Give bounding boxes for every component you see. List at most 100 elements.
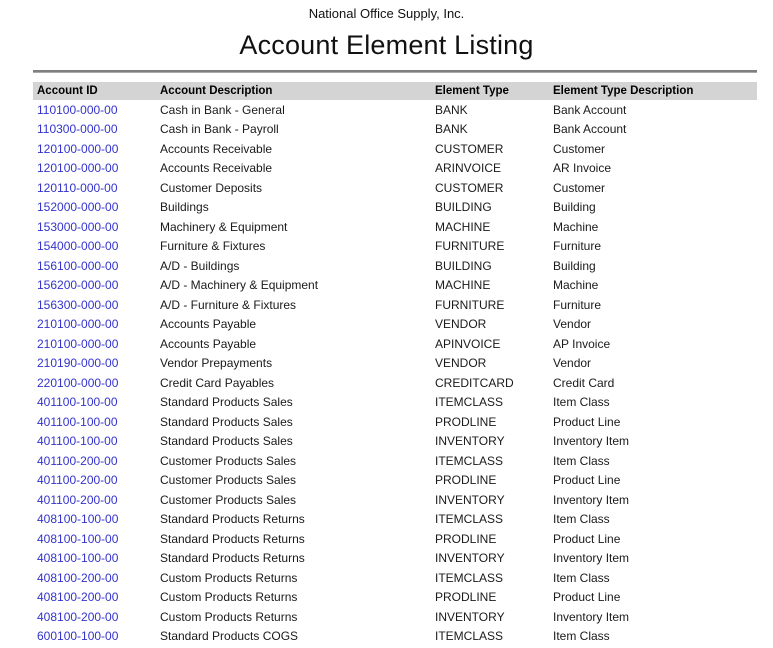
account-id-link[interactable]: 210100-000-00: [37, 317, 118, 331]
element-type-description-cell: Furniture: [549, 295, 757, 315]
account-id-link[interactable]: 156100-000-00: [37, 259, 118, 273]
element-type-description-text: Machine: [553, 278, 598, 292]
account-description-text: Accounts Payable: [160, 337, 256, 351]
account-id-link[interactable]: 120110-000-00: [37, 181, 118, 195]
account-id-link[interactable]: 401100-200-00: [37, 473, 118, 487]
account-id-link[interactable]: 156300-000-00: [37, 298, 118, 312]
account-id-cell: 120100-000-00: [33, 159, 156, 179]
table-row: 408100-100-00 Standard Products Returns PR…: [33, 529, 757, 549]
account-id-cell: 408100-100-00: [33, 549, 156, 569]
account-id-link[interactable]: 401100-200-00: [37, 493, 118, 507]
account-description-text: Standard Products Returns: [160, 551, 305, 565]
table-row: 600100-100-00 Standard Products COGS ITEMC…: [33, 627, 757, 647]
account-id-link[interactable]: 408100-100-00: [37, 551, 118, 565]
account-id-cell: 401100-100-00: [33, 393, 156, 413]
element-type-description-cell: Product Line: [549, 588, 757, 608]
element-type-cell: ITEMCLASS: [431, 568, 549, 588]
account-description-cell: Standard Products Returns: [156, 529, 431, 549]
account-id-cell: 156100-000-00: [33, 256, 156, 276]
element-type-cell: INVENTORY: [431, 490, 549, 510]
element-type-cell: INVENTORY: [431, 432, 549, 452]
element-type-text: ITEMCLASS: [435, 629, 503, 643]
account-id-link[interactable]: 408100-200-00: [37, 571, 118, 585]
element-type-description-cell: Machine: [549, 217, 757, 237]
element-type-description-cell: Item Class: [549, 510, 757, 530]
account-description-text: A/D - Buildings: [160, 259, 239, 273]
account-id-link[interactable]: 408100-100-00: [37, 532, 118, 546]
account-description-cell: Customer Products Sales: [156, 451, 431, 471]
account-id-cell: 120100-000-00: [33, 139, 156, 159]
account-id-link[interactable]: 120100-000-00: [37, 142, 118, 156]
account-id-cell: 210100-000-00: [33, 315, 156, 335]
account-id-link[interactable]: 401100-100-00: [37, 395, 118, 409]
title-divider-rule: [33, 70, 757, 73]
account-id-cell: 600100-100-00: [33, 627, 156, 647]
element-type-cell: ITEMCLASS: [431, 510, 549, 530]
element-type-text: INVENTORY: [435, 610, 505, 624]
account-description-text: A/D - Furniture & Fixtures: [160, 298, 296, 312]
element-type-description-cell: Bank Account: [549, 100, 757, 120]
account-id-link[interactable]: 210190-000-00: [37, 356, 118, 370]
element-type-description-text: Furniture: [553, 298, 601, 312]
account-id-link[interactable]: 154000-000-00: [37, 239, 118, 253]
account-description-cell: Custom Products Returns: [156, 588, 431, 608]
element-type-text: BANK: [435, 103, 468, 117]
account-id-link[interactable]: 408100-200-00: [37, 590, 118, 604]
account-description-text: Standard Products Sales: [160, 434, 293, 448]
element-type-text: MACHINE: [435, 220, 490, 234]
element-type-text: PRODLINE: [435, 473, 496, 487]
element-type-text: BUILDING: [435, 259, 492, 273]
element-type-description-text: AR Invoice: [553, 161, 611, 175]
account-description-text: Machinery & Equipment: [160, 220, 287, 234]
element-type-cell: VENDOR: [431, 354, 549, 374]
element-type-text: PRODLINE: [435, 532, 496, 546]
account-id-link[interactable]: 401100-200-00: [37, 454, 118, 468]
account-description-cell: Customer Products Sales: [156, 471, 431, 491]
account-id-cell: 408100-200-00: [33, 607, 156, 627]
account-id-link[interactable]: 210100-000-00: [37, 337, 118, 351]
account-id-cell: 156300-000-00: [33, 295, 156, 315]
account-id-link[interactable]: 110100-000-00: [37, 103, 118, 117]
element-type-cell: MACHINE: [431, 217, 549, 237]
account-description-text: Accounts Receivable: [160, 142, 272, 156]
account-id-link[interactable]: 152000-000-00: [37, 200, 118, 214]
element-type-description-text: Inventory Item: [553, 493, 629, 507]
element-type-description-text: Inventory Item: [553, 434, 629, 448]
account-id-link[interactable]: 401100-100-00: [37, 415, 118, 429]
account-id-link[interactable]: 153000-000-00: [37, 220, 118, 234]
table-row: 210100-000-00Accounts PayableVENDORVendo…: [33, 315, 757, 335]
account-id-link[interactable]: 120100-000-00: [37, 161, 118, 175]
element-type-cell: INVENTORY: [431, 549, 549, 569]
element-type-text: VENDOR: [435, 356, 486, 370]
element-type-description-text: Customer: [553, 181, 605, 195]
account-description-cell: Standard Products COGS: [156, 627, 431, 647]
element-type-cell: BUILDING: [431, 256, 549, 276]
account-id-link[interactable]: 401100-100-00: [37, 434, 118, 448]
element-type-cell: ITEMCLASS: [431, 627, 549, 647]
account-description-text: Customer Products Sales: [160, 493, 296, 507]
account-id-link[interactable]: 408100-200-00: [37, 610, 118, 624]
account-id-link[interactable]: 156200-000-00: [37, 278, 118, 292]
table-row: 156100-000-00A/D - BuildingsBUILDINGBuil…: [33, 256, 757, 276]
account-id-link[interactable]: 220100-000-00: [37, 376, 118, 390]
account-description-cell: Accounts Payable: [156, 315, 431, 335]
table-row: 220100-000-00Credit Card PayablesCREDITC…: [33, 373, 757, 393]
account-id-cell: 154000-000-00: [33, 237, 156, 257]
table-row: 110100-000-00Cash in Bank - GeneralBANKB…: [33, 100, 757, 120]
element-type-cell: PRODLINE: [431, 471, 549, 491]
element-type-description-text: Machine: [553, 220, 598, 234]
account-id-link[interactable]: 600100-100-00: [37, 629, 118, 643]
element-type-description-cell: AP Invoice: [549, 334, 757, 354]
account-description-text: Standard Products Returns: [160, 532, 305, 546]
table-body: 110100-000-00Cash in Bank - GeneralBANKB…: [33, 100, 757, 646]
account-description-text: Credit Card Payables: [160, 376, 274, 390]
table-row: 210100-000-00Accounts PayableAPINVOICEAP…: [33, 334, 757, 354]
account-id-link[interactable]: 110300-000-00: [37, 122, 118, 136]
account-id-link[interactable]: 408100-100-00: [37, 512, 118, 526]
element-type-cell: ARINVOICE: [431, 159, 549, 179]
table-row: 152000-000-00BuildingsBUILDINGBuilding: [33, 198, 757, 218]
account-description-cell: Custom Products Returns: [156, 568, 431, 588]
account-description-cell: Standard Products Returns: [156, 549, 431, 569]
account-description-text: Customer Products Sales: [160, 454, 296, 468]
element-type-description-cell: Product Line: [549, 412, 757, 432]
